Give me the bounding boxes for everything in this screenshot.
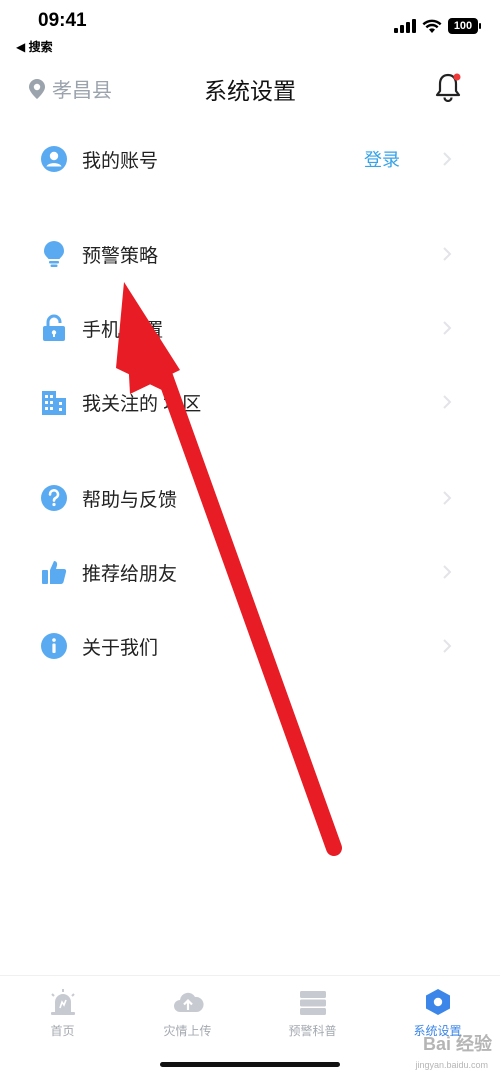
tab-alert-science[interactable]: 预警科普 [250, 988, 375, 1039]
tab-disaster-upload[interactable]: 灾情上传 [125, 988, 250, 1039]
chevron-right-icon [443, 491, 452, 505]
menu-item-label: 推荐给朋友 [82, 563, 178, 585]
home-indicator[interactable] [160, 1062, 340, 1067]
chevron-right-icon [443, 639, 452, 653]
book-icon [299, 991, 326, 1015]
lock-icon [43, 314, 65, 341]
settings-hex-icon [425, 989, 450, 1015]
menu-item-label: 关于我们 [82, 637, 159, 659]
info-icon [41, 633, 67, 659]
question-icon [41, 485, 67, 511]
menu-item-my-account[interactable]: 我的账号 登录 [0, 129, 500, 189]
menu-item-help-feedback[interactable]: 帮助与反馈 [0, 468, 500, 528]
status-bar: 09:41 ◀ 搜索 100 [0, 0, 500, 60]
building-icon [42, 391, 66, 415]
menu-item-label: 手机 设置 [82, 319, 164, 341]
cellular-signal-icon [394, 19, 416, 33]
tab-label: 首页 [50, 1024, 75, 1038]
user-icon [41, 146, 67, 172]
battery-icon: 100 [448, 18, 481, 34]
chevron-right-icon [443, 152, 452, 166]
menu-item-label: 帮助与反馈 [82, 489, 178, 511]
status-indicators: 100 [394, 18, 481, 34]
menu-item-recommend[interactable]: 推荐给朋友 [0, 542, 500, 602]
tab-home[interactable]: 首页 [0, 988, 125, 1039]
watermark-logo: Bai 经验 [422, 1034, 492, 1054]
page-title: 系统设置 [204, 78, 296, 104]
lightbulb-icon [44, 241, 64, 267]
tab-label: 灾情上传 [163, 1024, 212, 1038]
menu-item-about-us[interactable]: 关于我们 [0, 616, 500, 676]
login-link[interactable]: 登录 [364, 146, 400, 172]
thumbs-up-icon [42, 561, 67, 584]
menu-item-alert-strategy[interactable]: 预警策略 [0, 224, 500, 284]
watermark-url: jingyan.baidu.com [415, 1060, 488, 1070]
notification-bell-icon[interactable] [434, 72, 462, 102]
status-time: 09:41 [38, 10, 87, 31]
chevron-right-icon [443, 395, 452, 409]
menu-item-label: 我的账号 [82, 150, 159, 172]
menu-item-label: 我关注的 地区 [82, 393, 202, 415]
chevron-right-icon [443, 247, 452, 261]
menu-item-followed-areas[interactable]: 我关注的 地区 [0, 372, 500, 432]
menu-item-label: 预警策略 [82, 245, 159, 267]
chevron-right-icon [443, 565, 452, 579]
tab-label: 预警科普 [288, 1024, 337, 1038]
cloud-upload-icon [173, 992, 204, 1012]
back-to-app-link[interactable]: ◀ 搜索 [16, 38, 53, 55]
wifi-icon [422, 19, 442, 33]
alarm-icon [50, 989, 75, 1015]
nav-header: 孝昌县 系统设置 [0, 60, 500, 116]
chevron-right-icon [443, 321, 452, 335]
menu-item-phone-settings[interactable]: 手机 设置 [0, 298, 500, 358]
